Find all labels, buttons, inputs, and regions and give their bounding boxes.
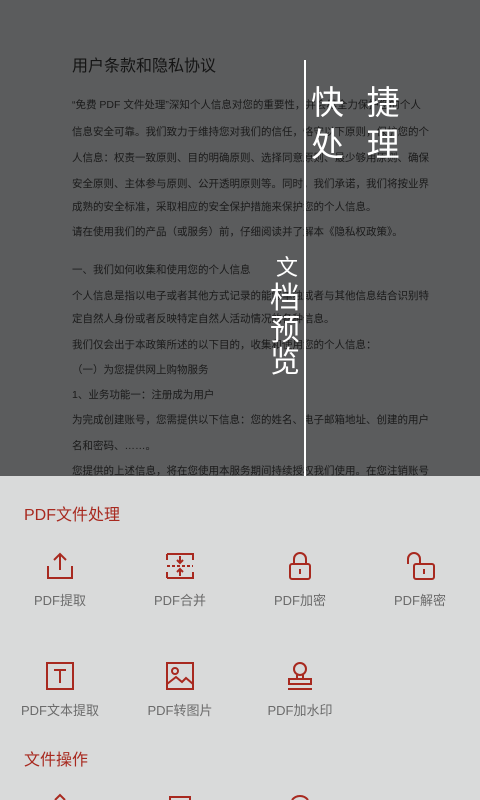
document-line: 个人信息是指以电子或者其他方式记录的能够单独或者与其他信息结合识别特 [72, 290, 429, 302]
tool-pdf-encrypt[interactable]: PDF加密 [240, 550, 360, 609]
tool-label: PDF提取 [33, 593, 86, 608]
document-line: 为完成创建账号，您需提供以下信息：您的姓名、电子邮箱地址、创建的用户 [72, 414, 429, 426]
document-line: 名和密码、……。 [72, 440, 156, 452]
document-line: 一、我们如何收集和使用您的个人信息 [72, 264, 251, 276]
document-line: 安全原则、主体参与原则、公开透明原则等。同时，我们承诺，我们将按业界 [72, 178, 429, 190]
tool-label: PDF文本提取 [20, 703, 99, 718]
overlay-vertical-char: 览 [270, 345, 300, 380]
document-preview[interactable]: 用户条款和隐私协议 “免费 PDF 文件处理”深知个人信息对您的重要性，并会尽全… [0, 0, 480, 476]
lock-icon [289, 552, 311, 580]
overlay-heading-line2: 处 理 [311, 125, 406, 164]
stamp-icon [288, 662, 312, 690]
merge-icon [166, 553, 194, 579]
tool-label: PDF解密 [393, 593, 446, 608]
document-line: 成熟的安全标准，采取相应的安全保护措施来保护您的个人信息。 [72, 201, 377, 213]
tool-pdf-watermark[interactable]: PDF加水印 [240, 660, 360, 719]
image-icon [166, 662, 194, 690]
overlay-divider-line [304, 60, 306, 502]
section-title-pdf-processing: PDF文件处理 [24, 507, 121, 524]
document-line: 您提供的上述信息，将在您使用本服务期间持续授权我们使用。在您注销账号 [72, 465, 429, 476]
tool-label: PDF合并 [153, 593, 206, 608]
tool-pdf-merge[interactable]: PDF合并 [120, 550, 240, 609]
document-line: 1、业务功能一：注册成为用户 [72, 389, 215, 401]
text-box-icon [46, 662, 74, 690]
upload-tray-icon [47, 552, 73, 579]
document-title: 用户条款和隐私协议 [72, 58, 217, 75]
document-line: 我们仅会出于本政策所述的以下目的，收集和使用您的个人信息： [72, 339, 377, 351]
tool-pdf-to-image[interactable]: PDF转图片 [120, 660, 240, 719]
tool-pdf-extract[interactable]: PDF提取 [0, 550, 120, 609]
unlock-icon [407, 552, 435, 580]
overlay-heading-line1: 快 捷 [311, 83, 406, 122]
document-line: 请在使用我们的产品（或服务）前，仔细阅读并了解本《隐私权政策》。 [72, 226, 403, 238]
tool-pdf-text-extract[interactable]: PDF文本提取 [0, 660, 120, 719]
overlay-vertical-char: 档 [270, 281, 300, 316]
tools-panel: PDF文件处理 PDF提取 PDF合并 PDF加密 PDF解密 PDF文本提取 … [0, 476, 480, 800]
partial-tool-icon [54, 793, 66, 800]
overlay-vertical-char: 文 [276, 256, 299, 281]
partial-tool-icon [169, 796, 191, 800]
partial-tool-icon [291, 795, 309, 800]
tool-label: PDF转图片 [147, 703, 213, 718]
tool-label: PDF加密 [273, 593, 326, 608]
tool-label: PDF加水印 [267, 703, 333, 718]
document-line: （一）为您提供网上购物服务 [72, 364, 209, 376]
overlay-vertical-char: 预 [270, 313, 300, 348]
section-title-file-operations: 文件操作 [24, 752, 89, 769]
tool-pdf-decrypt[interactable]: PDF解密 [360, 550, 480, 609]
